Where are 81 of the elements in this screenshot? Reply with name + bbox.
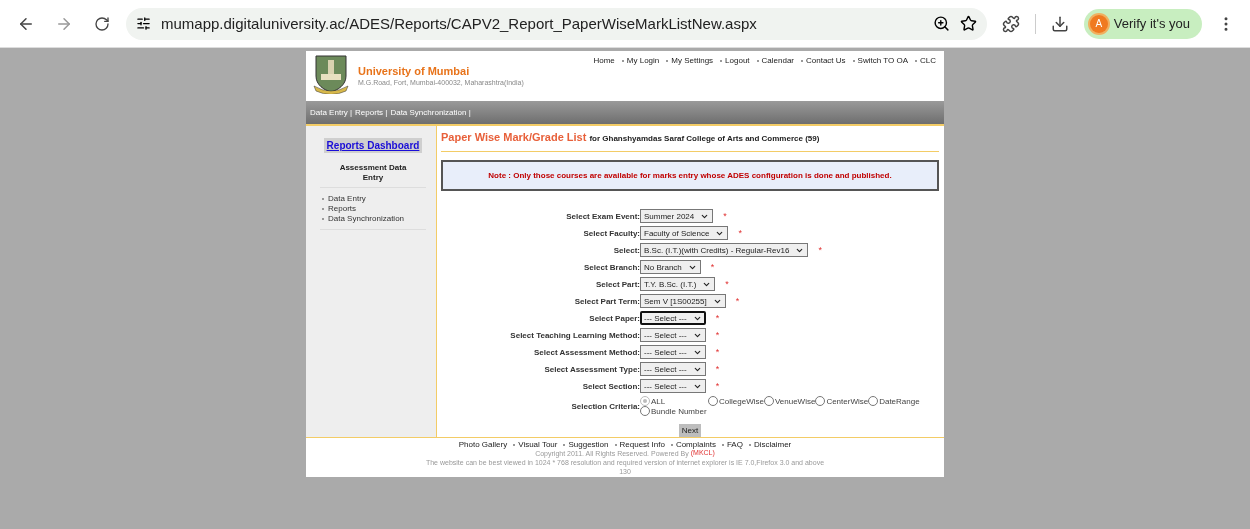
field-label: Select Part: — [594, 279, 640, 289]
footer-link[interactable]: Photo Gallery — [458, 440, 508, 449]
dropdown[interactable]: --- Select --- — [640, 328, 706, 342]
dropdown[interactable]: --- Select --- — [640, 345, 706, 359]
dropdown[interactable]: No Branch — [640, 260, 701, 274]
sidebar-link[interactable]: Data Entry — [322, 194, 426, 203]
radio-option[interactable]: Bundle Number — [640, 406, 707, 416]
field-label: Select Assessment Type: — [543, 364, 640, 374]
radio-icon[interactable] — [640, 396, 650, 406]
site-settings-icon[interactable] — [136, 16, 151, 31]
footer-link[interactable]: FAQ — [721, 440, 743, 449]
profile-avatar: A — [1089, 14, 1108, 33]
required-mark: * — [723, 211, 727, 221]
radio-icon[interactable] — [763, 396, 774, 406]
required-mark: * — [715, 347, 720, 357]
university-title: University of Mumbai — [358, 65, 471, 77]
nav-link[interactable]: Data Entry | — [310, 108, 353, 117]
next-button[interactable]: Next — [678, 424, 702, 437]
dropdown[interactable]: --- Select --- — [640, 379, 706, 393]
footer-link[interactable]: Request Info — [614, 440, 665, 449]
radio-icon[interactable] — [640, 406, 650, 416]
sidebar-link[interactable]: Data Synchronization — [322, 214, 426, 223]
dropdown[interactable]: Faculty of Science — [640, 226, 729, 240]
nav-link[interactable]: Data Synchronization | — [390, 108, 471, 117]
top-link[interactable]: Switch TO OA — [852, 56, 908, 65]
profile-button[interactable]: A Verify it's you — [1083, 8, 1202, 39]
top-link[interactable]: My Settings — [666, 56, 714, 65]
field-label: Select Assessment Method: — [533, 347, 640, 357]
page-title: Paper Wise Mark/Grade List — [441, 131, 587, 143]
footer-link[interactable]: Complaints — [670, 440, 716, 449]
required-mark: * — [715, 381, 720, 391]
top-link[interactable]: Calendar — [756, 56, 794, 65]
required-mark: * — [735, 296, 740, 306]
dropdown[interactable]: T.Y. B.Sc. (I.T.) — [640, 277, 716, 291]
required-mark: * — [715, 364, 720, 374]
field-label: Select Section: — [581, 381, 640, 391]
top-link[interactable]: My Login — [621, 56, 660, 65]
crest-logo — [312, 54, 350, 94]
field-label: Select Part Term: — [573, 296, 640, 306]
dropdown[interactable]: --- Select --- — [640, 311, 706, 325]
required-mark: * — [725, 279, 729, 289]
zoom-icon[interactable] — [932, 15, 950, 32]
dropdown[interactable]: --- Select --- — [640, 362, 706, 376]
field-label: Select Faculty: — [582, 228, 640, 238]
top-link[interactable]: Contact Us — [801, 56, 846, 65]
required-mark: * — [715, 330, 720, 340]
field-label: Select Branch: — [582, 262, 640, 272]
college-subtitle: for Ghanshyamdas Saraf College of Arts and Commerce (59) — [589, 134, 820, 143]
top-link[interactable]: Home — [593, 56, 615, 65]
required-mark: * — [738, 228, 742, 238]
footer-link[interactable]: Disclaimer — [748, 440, 792, 449]
field-label: Select: — [612, 245, 640, 255]
top-link[interactable]: Logout — [720, 56, 750, 65]
sidebar-section-title: Assessment Data Entry — [320, 163, 426, 188]
dropdown[interactable]: B.Sc. (I.T.)(with Credits) - Regular-Rev16 — [640, 243, 809, 257]
required-mark: * — [818, 245, 822, 255]
radio-icon[interactable] — [868, 396, 879, 406]
radio-icon[interactable] — [815, 396, 826, 406]
sidebar-link[interactable]: Reports — [322, 204, 426, 213]
footer-link[interactable]: Suggestion — [563, 440, 609, 449]
radio-option[interactable]: CollegeWise — [708, 396, 764, 406]
dropdown[interactable]: Sem V [1S00255] — [640, 294, 726, 308]
note-banner: Note : Only those courses are available for marks entry whose ADES configuration is done and published. — [441, 160, 939, 191]
field-label: Select Teaching Learning Method: — [509, 330, 640, 340]
radio-option[interactable]: DateRange — [868, 396, 920, 406]
footer-link[interactable]: Visual Tour — [513, 440, 558, 449]
radio-option[interactable]: ALL — [640, 396, 708, 406]
bookmark-star-icon[interactable] — [959, 15, 977, 32]
reports-dashboard-button[interactable]: Reports Dashboard — [323, 138, 423, 153]
nav-link[interactable]: Reports | — [355, 108, 388, 117]
radio-option[interactable]: VenueWise — [763, 396, 816, 406]
field-label: Selection Criteria: — [570, 401, 640, 411]
required-mark: * — [715, 313, 720, 323]
field-label: Select Paper: — [588, 313, 640, 323]
dropdown[interactable]: Summer 2024 — [640, 209, 714, 223]
radio-icon[interactable] — [708, 396, 718, 406]
top-link[interactable]: CLC — [915, 56, 936, 65]
field-label: Select Exam Event: — [565, 211, 640, 221]
required-mark: * — [710, 262, 715, 272]
address-bar[interactable]: mumapp.digitaluniversity.ac/ADES/Reports/CAPV2_Report_PaperWiseMarkListNew.aspx — [126, 7, 987, 40]
radio-option[interactable]: CenterWise — [815, 396, 869, 406]
